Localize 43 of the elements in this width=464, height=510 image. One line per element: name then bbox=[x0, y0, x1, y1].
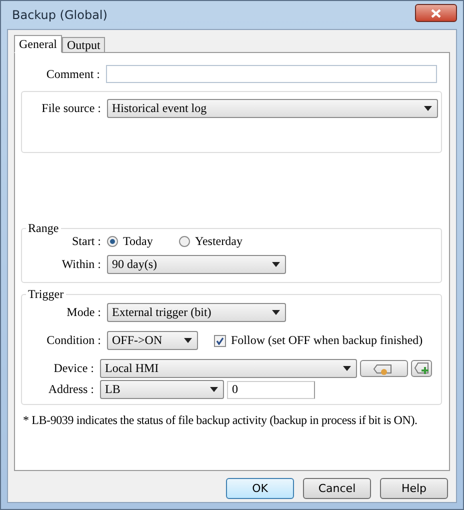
caret-icon bbox=[210, 387, 218, 392]
file-source-dropdown[interactable]: Historical event log bbox=[107, 99, 438, 118]
window-title: Backup (Global) bbox=[12, 8, 108, 22]
add-icon bbox=[414, 362, 430, 375]
close-button[interactable] bbox=[415, 4, 457, 22]
close-icon bbox=[431, 8, 441, 18]
caret-icon bbox=[184, 338, 192, 343]
dialog-button[interactable]: Cancel bbox=[303, 478, 371, 499]
caret-icon bbox=[272, 262, 280, 267]
field-label: File source : bbox=[40, 101, 102, 116]
caret-icon bbox=[424, 106, 432, 111]
group-title: Trigger bbox=[27, 287, 65, 302]
dialog-button[interactable]: Help bbox=[380, 478, 448, 499]
field-label: Address : bbox=[47, 382, 95, 397]
radio-button[interactable] bbox=[107, 236, 118, 247]
checkbox[interactable] bbox=[214, 334, 226, 346]
address-field[interactable]: 0 bbox=[227, 380, 315, 398]
settings-button[interactable] bbox=[360, 360, 408, 377]
condition-dropdown[interactable]: OFF->ON bbox=[107, 331, 198, 350]
field-label: Condition : bbox=[46, 333, 102, 348]
tab[interactable]: Output bbox=[62, 37, 106, 53]
caret-icon bbox=[272, 310, 280, 315]
radio-label: Today bbox=[123, 234, 153, 249]
group-title: Range bbox=[27, 221, 60, 236]
radio-button[interactable] bbox=[179, 236, 190, 247]
field-label: Start : bbox=[71, 234, 102, 249]
check-icon bbox=[216, 336, 224, 344]
field-label: Within : bbox=[60, 257, 102, 272]
mode-dropdown[interactable]: External trigger (bit) bbox=[107, 303, 286, 322]
checkbox-label: Follow (set OFF when backup finished) bbox=[231, 333, 423, 348]
field-label: Comment : bbox=[45, 66, 101, 82]
add-button[interactable] bbox=[411, 360, 432, 377]
caret-icon bbox=[343, 366, 351, 371]
comment-field[interactable] bbox=[106, 65, 437, 83]
within-dropdown[interactable]: 90 day(s) bbox=[107, 255, 286, 274]
tab[interactable]: General bbox=[14, 35, 62, 53]
dialog-button[interactable]: OK bbox=[226, 478, 294, 499]
device-dropdown[interactable]: Local HMI bbox=[100, 359, 357, 378]
field-label: Mode : bbox=[66, 305, 102, 320]
field-label: Device : bbox=[52, 361, 95, 376]
address-type-dropdown[interactable]: LB bbox=[100, 380, 224, 399]
radio-label: Yesterday bbox=[195, 234, 242, 249]
note-text: * LB-9039 indicates the status of file backup activity (backup in process if bit is ON). bbox=[23, 413, 418, 428]
